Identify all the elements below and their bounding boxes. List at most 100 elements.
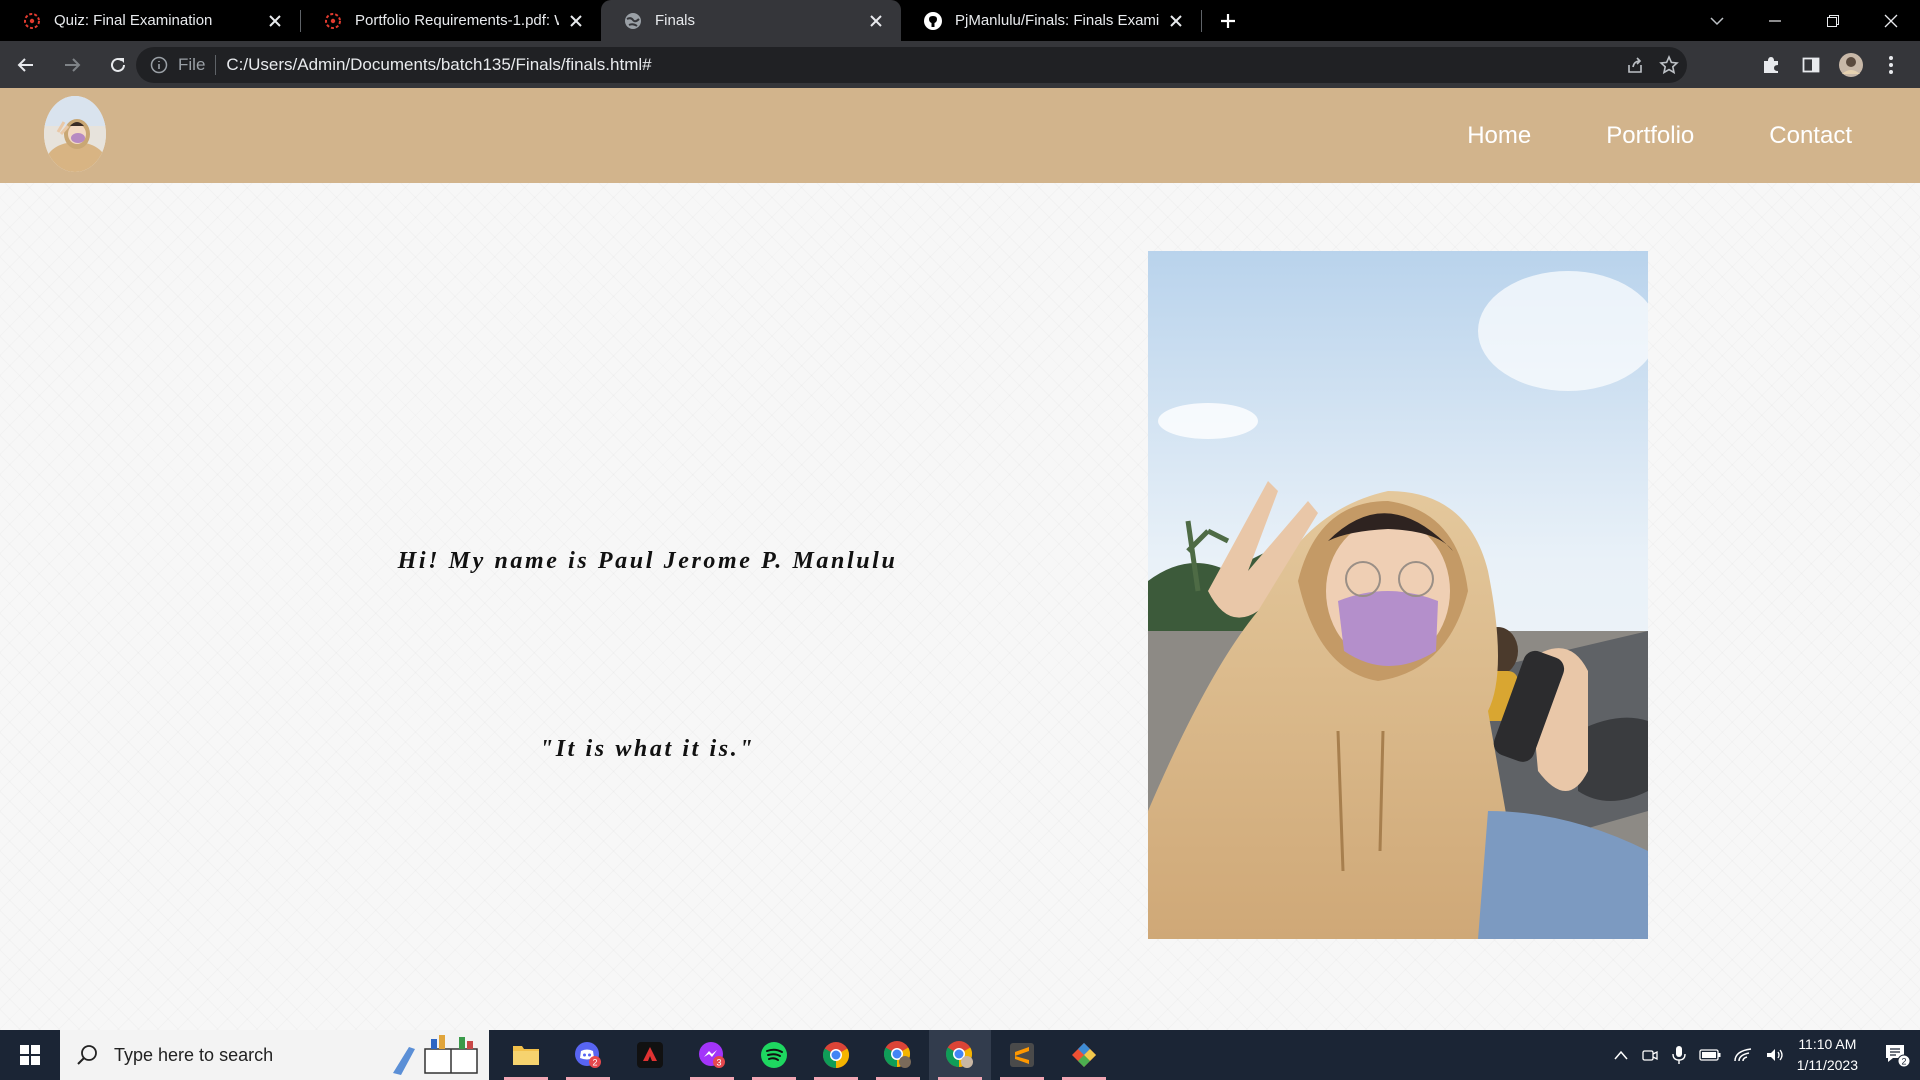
star-icon[interactable] bbox=[1659, 55, 1679, 75]
taskbar-sublime-text[interactable] bbox=[991, 1030, 1053, 1080]
chevron-down-icon bbox=[1710, 16, 1724, 25]
minimize-button[interactable] bbox=[1746, 0, 1804, 41]
close-icon[interactable] bbox=[266, 12, 284, 30]
taskbar-file-explorer[interactable] bbox=[495, 1030, 557, 1080]
tab-title: Finals bbox=[655, 12, 696, 29]
windows-logo-icon bbox=[20, 1045, 40, 1065]
restore-button[interactable] bbox=[1804, 0, 1862, 41]
close-icon bbox=[1884, 14, 1898, 27]
avatar bbox=[1839, 52, 1863, 77]
taskbar-clock[interactable]: 11:10 AM 1/11/2023 bbox=[1797, 1034, 1858, 1076]
profile-button[interactable] bbox=[1832, 46, 1870, 84]
windows-taskbar: Type here to search 2 3 11:10 AM 1/11/20… bbox=[0, 1030, 1920, 1080]
tab-portfolio-pdf[interactable]: Portfolio Requirements-1.pdf: We bbox=[301, 0, 601, 41]
search-icon bbox=[77, 1045, 97, 1065]
nav-home-link[interactable]: Home bbox=[1467, 122, 1531, 150]
web-page: Home Portfolio Contact Hi! My name is Pa… bbox=[0, 88, 1920, 1030]
menu-button[interactable] bbox=[1872, 46, 1910, 84]
meet-now-icon[interactable] bbox=[1641, 1046, 1659, 1064]
system-tray: 11:10 AM 1/11/2023 2 bbox=[1613, 1030, 1920, 1080]
clock-date: 1/11/2023 bbox=[1796, 1057, 1858, 1073]
side-panel-button[interactable] bbox=[1792, 46, 1830, 84]
chrome-icon bbox=[822, 1042, 850, 1069]
arrow-right-icon bbox=[65, 57, 81, 72]
close-icon[interactable] bbox=[567, 12, 585, 30]
close-window-button[interactable] bbox=[1862, 0, 1920, 41]
microphone-icon[interactable] bbox=[1671, 1045, 1687, 1065]
url-text[interactable]: C:/Users/Admin/Documents/batch135/Finals… bbox=[226, 55, 651, 75]
search-highlight-illustration bbox=[393, 1035, 478, 1075]
intro-heading: Hi! My name is Paul Jerome P. Manlulu bbox=[397, 548, 898, 574]
tab-quiz[interactable]: Quiz: Final Examination bbox=[0, 0, 300, 41]
share-icon[interactable] bbox=[1625, 55, 1645, 75]
new-tab-button[interactable] bbox=[1208, 0, 1248, 41]
start-button[interactable] bbox=[0, 1030, 60, 1080]
nav-portfolio-link[interactable]: Portfolio bbox=[1606, 122, 1694, 150]
taskbar-chrome-profile-3[interactable] bbox=[929, 1030, 991, 1080]
messenger-icon: 3 bbox=[699, 1042, 725, 1068]
notifications-button[interactable]: 2 bbox=[1874, 1030, 1920, 1080]
discord-badge: 2 bbox=[592, 1058, 597, 1068]
taskbar-discord[interactable]: 2 bbox=[557, 1030, 619, 1080]
toolbar-right bbox=[1752, 41, 1920, 88]
git-gui-icon bbox=[1072, 1043, 1096, 1067]
side-panel-icon bbox=[1802, 57, 1820, 72]
tab-search-button[interactable] bbox=[1688, 0, 1746, 41]
tab-finals[interactable]: Finals bbox=[601, 0, 901, 41]
taskbar-messenger[interactable]: 3 bbox=[681, 1030, 743, 1080]
taskbar-chrome[interactable] bbox=[805, 1030, 867, 1080]
messenger-badge: 3 bbox=[716, 1058, 721, 1068]
reload-icon bbox=[111, 57, 125, 72]
avatar-photo bbox=[44, 96, 106, 172]
extensions-button[interactable] bbox=[1752, 46, 1790, 84]
taskbar-spotify[interactable] bbox=[743, 1030, 805, 1080]
taskbar-chrome-profile-2[interactable] bbox=[867, 1030, 929, 1080]
folder-icon bbox=[513, 1046, 539, 1065]
nav-contact-link[interactable]: Contact bbox=[1769, 122, 1852, 150]
sublime-text-icon bbox=[1010, 1043, 1034, 1067]
notification-count: 2 bbox=[1901, 1057, 1906, 1067]
site-nav: Home Portfolio Contact bbox=[1467, 88, 1852, 183]
taskbar-git-gui[interactable] bbox=[1053, 1030, 1115, 1080]
chevron-up-icon[interactable] bbox=[1613, 1049, 1629, 1061]
browser-tab-strip: Quiz: Final Examination Portfolio Requir… bbox=[0, 0, 1920, 41]
profile-photo-image bbox=[1148, 251, 1648, 939]
arrow-left-icon bbox=[17, 57, 33, 72]
pinned-apps: 2 3 bbox=[495, 1030, 1115, 1080]
info-icon[interactable] bbox=[150, 56, 168, 74]
chrome-profile-icon bbox=[883, 1041, 911, 1068]
divider bbox=[215, 55, 217, 75]
globe-icon bbox=[625, 12, 641, 29]
close-icon[interactable] bbox=[867, 12, 885, 30]
back-button[interactable] bbox=[6, 45, 46, 85]
search-placeholder: Type here to search bbox=[114, 1044, 274, 1065]
restore-icon bbox=[1827, 14, 1839, 27]
chrome-profile-icon bbox=[945, 1041, 973, 1068]
url-scheme-label: File bbox=[178, 55, 206, 74]
forward-button[interactable] bbox=[52, 45, 92, 85]
clock-time: 11:10 AM bbox=[1798, 1036, 1857, 1052]
battery-icon[interactable] bbox=[1699, 1048, 1721, 1062]
garena-icon bbox=[637, 1042, 663, 1068]
site-header: Home Portfolio Contact bbox=[0, 88, 1920, 183]
kebab-menu-icon bbox=[1889, 55, 1893, 74]
wifi-icon[interactable] bbox=[1733, 1047, 1753, 1063]
address-bar[interactable]: File C:/Users/Admin/Documents/batch135/F… bbox=[136, 47, 1687, 83]
canvas-logo-icon bbox=[24, 12, 40, 29]
site-logo-avatar[interactable] bbox=[44, 96, 106, 172]
github-icon bbox=[924, 11, 942, 30]
spotify-icon bbox=[761, 1042, 787, 1068]
address-bar-actions bbox=[1625, 47, 1679, 83]
tab-github[interactable]: PjManlulu/Finals: Finals Examinat bbox=[901, 0, 1201, 41]
reload-button[interactable] bbox=[98, 45, 138, 85]
volume-icon[interactable] bbox=[1765, 1047, 1785, 1063]
taskbar-garena[interactable] bbox=[619, 1030, 681, 1080]
minimize-icon bbox=[1769, 19, 1781, 22]
plus-icon bbox=[1221, 13, 1235, 28]
tab-title: PjManlulu/Finals: Finals Examinat bbox=[955, 12, 1159, 29]
intro-quote: "It is what it is." bbox=[539, 736, 756, 762]
canvas-logo-icon bbox=[325, 12, 341, 29]
puzzle-icon bbox=[1764, 56, 1778, 73]
taskbar-search-box[interactable]: Type here to search bbox=[60, 1030, 489, 1080]
close-icon[interactable] bbox=[1167, 12, 1185, 30]
